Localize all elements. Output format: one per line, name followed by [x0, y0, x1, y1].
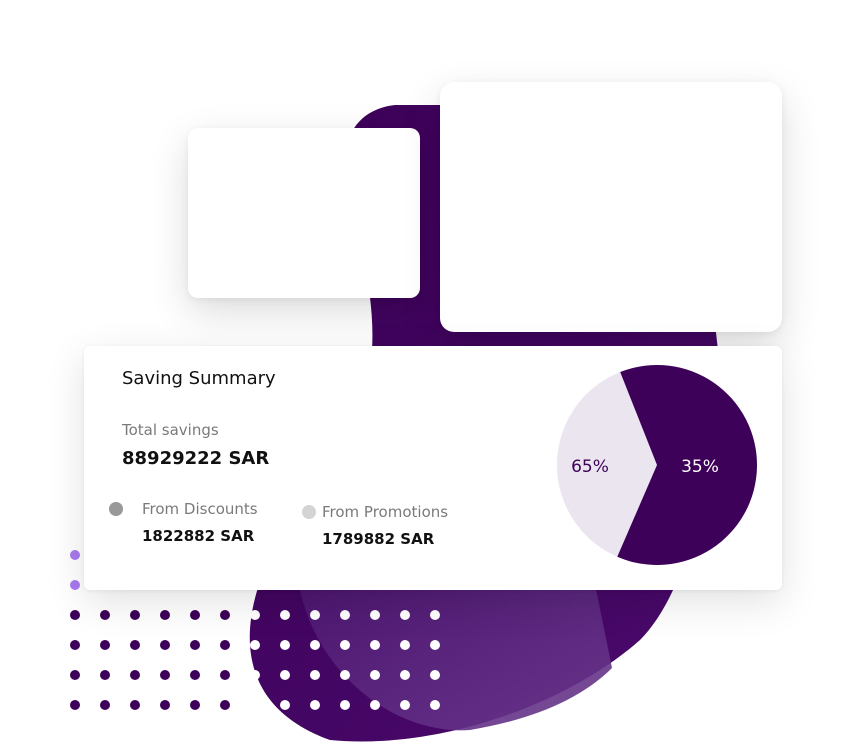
pattern-dot — [190, 640, 200, 650]
saving-summary-card: Saving Summary Total savings 88929222 SA… — [84, 346, 782, 590]
pattern-dot — [400, 640, 410, 650]
pattern-dot — [160, 610, 170, 620]
placeholder-card-small — [188, 128, 420, 298]
pattern-dot — [160, 670, 170, 680]
pattern-dot — [340, 640, 350, 650]
promotions-label: From Promotions — [322, 503, 449, 521]
pattern-dot — [370, 610, 380, 620]
pattern-dot — [280, 700, 290, 710]
pattern-dot — [70, 700, 80, 710]
pattern-dot — [130, 640, 140, 650]
pattern-dot — [220, 700, 230, 710]
accent-dot — [70, 550, 80, 560]
pattern-dot — [190, 670, 200, 680]
pattern-dot — [220, 670, 230, 680]
pattern-dot — [160, 640, 170, 650]
pattern-dot — [130, 670, 140, 680]
pattern-dot — [70, 670, 80, 680]
promotions-legend-dot — [302, 505, 316, 519]
placeholder-card-large — [440, 82, 782, 332]
total-savings-label: Total savings — [122, 421, 219, 439]
pattern-dot — [220, 610, 230, 620]
pattern-dot — [340, 700, 350, 710]
pattern-dot — [100, 640, 110, 650]
pattern-dot — [400, 670, 410, 680]
pattern-dot — [70, 640, 80, 650]
pattern-dot — [250, 610, 260, 620]
total-savings-value: 88929222 SAR — [122, 448, 270, 469]
pattern-dot — [250, 640, 260, 650]
pie-label-65: 65% — [571, 457, 609, 477]
pattern-dot — [100, 700, 110, 710]
pattern-dot — [220, 640, 230, 650]
pattern-dot — [130, 610, 140, 620]
pattern-dot — [100, 610, 110, 620]
pattern-dot — [340, 670, 350, 680]
pattern-dot — [190, 610, 200, 620]
pattern-dot — [310, 700, 320, 710]
pattern-dot — [280, 640, 290, 650]
pattern-dot — [400, 700, 410, 710]
pattern-dot — [370, 640, 380, 650]
pattern-dot — [70, 610, 80, 620]
savings-pie-chart: 65% 35% — [554, 362, 760, 568]
pattern-dot — [340, 610, 350, 620]
card-title: Saving Summary — [122, 368, 276, 389]
pattern-dot — [280, 670, 290, 680]
promotions-value: 1789882 SAR — [322, 530, 435, 548]
pattern-dot — [250, 670, 260, 680]
pattern-dot — [280, 610, 290, 620]
pattern-dot — [190, 700, 200, 710]
pattern-dot — [100, 670, 110, 680]
pie-label-35: 35% — [681, 457, 719, 477]
pattern-dot — [160, 700, 170, 710]
pattern-dot — [310, 670, 320, 680]
pattern-dot — [310, 610, 320, 620]
pattern-dot — [130, 700, 140, 710]
accent-dot — [70, 580, 80, 590]
pie-chart-svg: 65% 35% — [557, 365, 757, 565]
pattern-dot — [430, 700, 440, 710]
discounts-label: From Discounts — [142, 500, 258, 518]
pattern-dot — [310, 640, 320, 650]
pattern-dot — [430, 640, 440, 650]
discounts-legend-dot — [109, 502, 123, 516]
pattern-dot — [250, 700, 260, 710]
pattern-dot — [430, 670, 440, 680]
pattern-dot — [400, 610, 410, 620]
pattern-dot — [370, 700, 380, 710]
pattern-dot — [430, 610, 440, 620]
discounts-value: 1822882 SAR — [142, 527, 255, 545]
pattern-dot — [370, 670, 380, 680]
